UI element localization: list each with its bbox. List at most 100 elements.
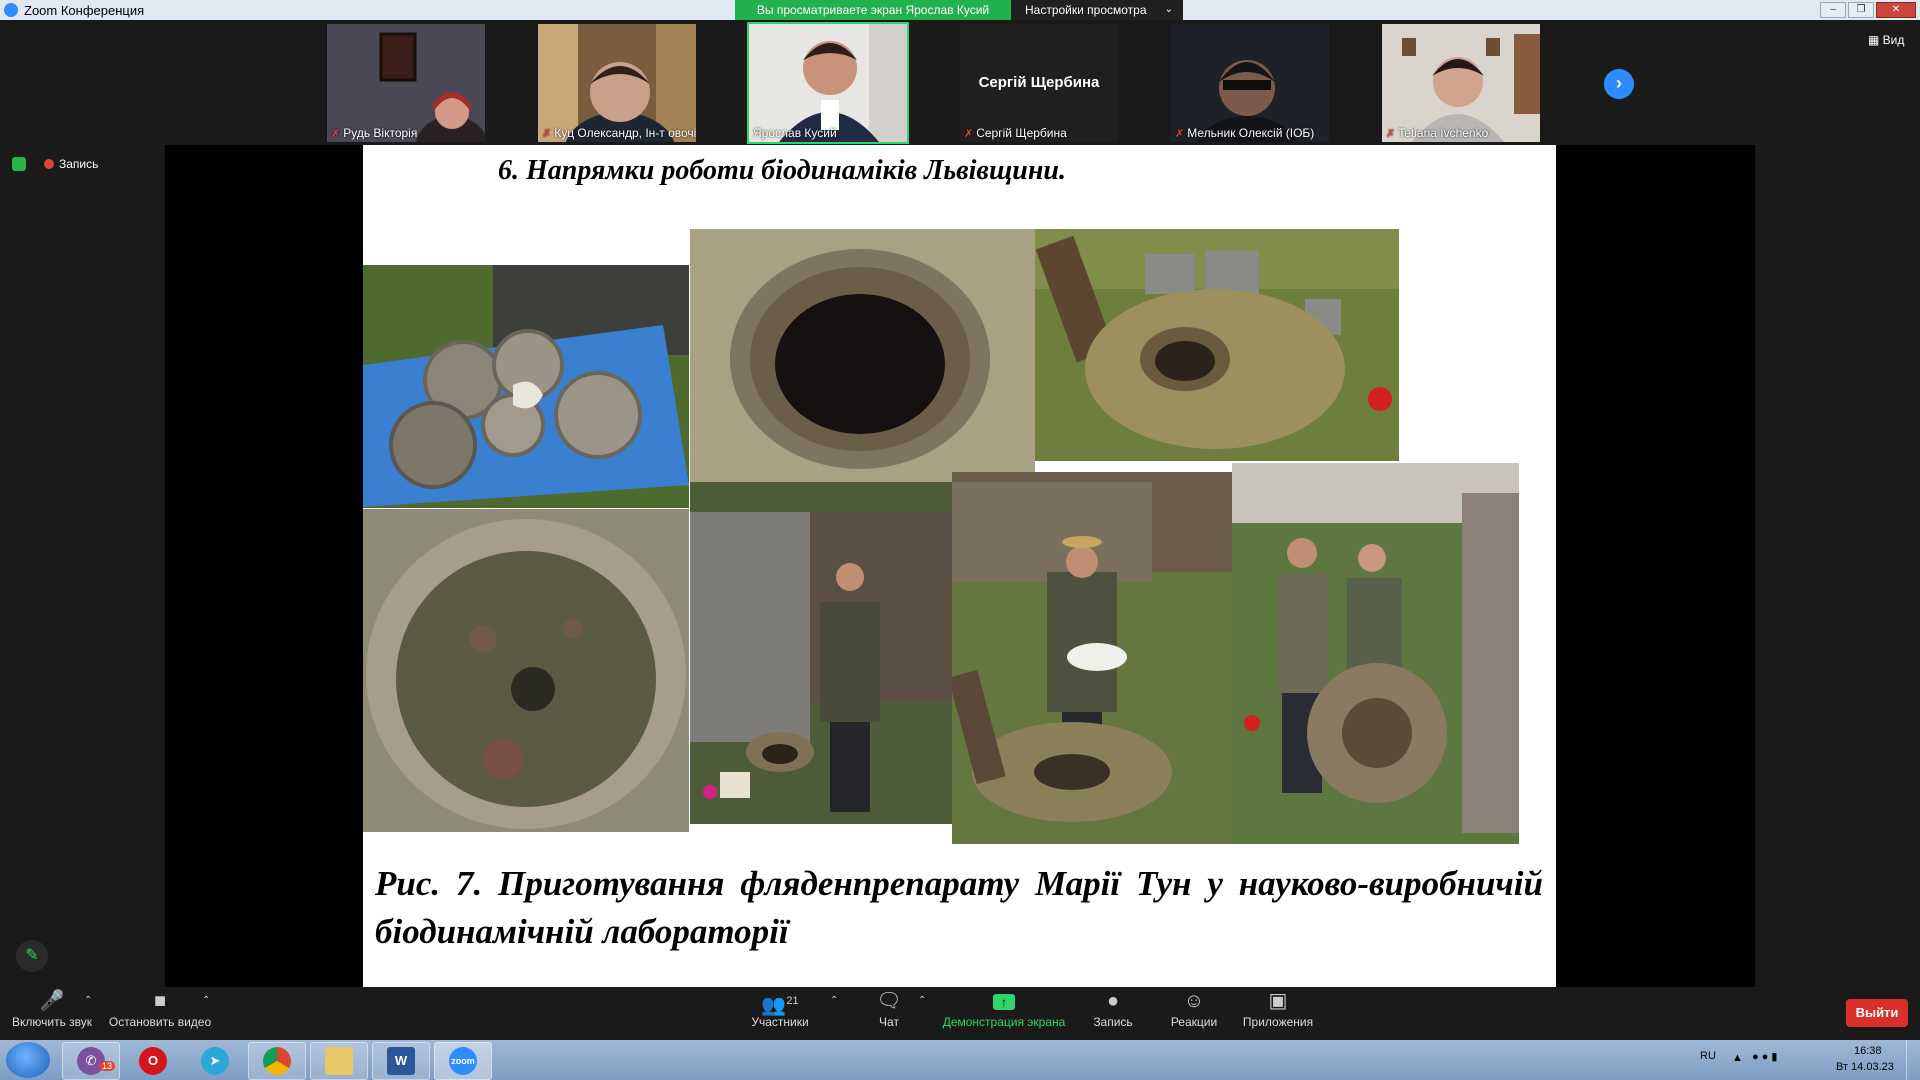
share-screen-button[interactable]: ↑ Демонстрация экрана <box>940 987 1068 1029</box>
next-page-button[interactable]: › <box>1604 69 1634 99</box>
taskbar-opera[interactable]: O <box>124 1042 182 1080</box>
start-button[interactable] <box>6 1042 50 1078</box>
close-button[interactable]: ✕ <box>1876 2 1916 18</box>
participants-icon: 👥21 <box>761 994 799 1017</box>
participants-count: 21 <box>786 995 799 1007</box>
video-options-caret[interactable]: ⌃ <box>202 995 210 1006</box>
security-shield-icon[interactable] <box>12 157 26 171</box>
stop-video-label: Остановить видео <box>108 1015 212 1029</box>
unmute-label: Включить звук <box>11 1015 93 1029</box>
chat-button[interactable]: 🗨 Чат <box>868 987 910 1029</box>
reactions-label: Реакции <box>1170 1015 1218 1029</box>
zoom-icon: zoom <box>449 1047 477 1075</box>
leave-button[interactable]: Выйти <box>1846 999 1908 1027</box>
share-banner: Вы просматриваете экран Ярослав Кусий <box>735 0 1011 20</box>
view-options-label: Настройки просмотра <box>1025 3 1147 17</box>
folder-icon <box>325 1047 353 1075</box>
participants-label: Участники <box>751 1015 809 1029</box>
record-dot-icon <box>44 159 54 169</box>
taskbar-viber[interactable]: ✆ 13 <box>62 1042 120 1080</box>
tray-apps-icon[interactable]: ● ● ▮ <box>1752 1050 1777 1063</box>
grid-icon: ▦ <box>1868 33 1883 47</box>
participant-name: Tetiana Ivchenko <box>1398 126 1489 140</box>
photo-pit-buckets <box>1035 229 1399 461</box>
view-button-label: Вид <box>1882 33 1905 47</box>
participant-display-name: Сергій Щербина <box>978 74 1100 91</box>
mic-muted-icon: ✗ <box>1175 128 1185 140</box>
view-button[interactable]: ▦ Вид <box>1868 33 1904 47</box>
participant-video <box>327 24 485 142</box>
chat-options-caret[interactable]: ⌃ <box>918 995 926 1006</box>
participants-options-caret[interactable]: ⌃ <box>830 995 838 1006</box>
minimize-button[interactable]: – <box>1820 2 1846 18</box>
mic-muted-icon: ✗ <box>1386 128 1396 140</box>
mic-muted-icon: ✗ <box>964 128 974 140</box>
recording-label: Запись <box>59 157 99 171</box>
stop-video-button[interactable]: ■ Остановить видео <box>104 987 216 1029</box>
photo-man-bucket <box>952 472 1232 844</box>
photo-two-men <box>1232 463 1519 844</box>
participant-tile[interactable]: ✗ Tetiana Ivchenko <box>1382 24 1540 142</box>
participant-video <box>1382 24 1540 142</box>
participant-name: Сергій Щербина <box>976 126 1067 140</box>
show-desktop-button[interactable] <box>1906 1040 1920 1080</box>
opera-icon: O <box>139 1047 167 1075</box>
clock-time[interactable]: 16:38 <box>1854 1045 1882 1057</box>
participant-name: Мельник Олексій (ІОБ) <box>1187 126 1315 140</box>
meeting-toolbar: 🎤 Включить звук ⌃ ■ Остановить видео ⌃ 👥… <box>0 987 1920 1040</box>
slide-heading: 6. Напрямки роботи біодинаміків Львівщин… <box>498 155 1066 186</box>
participant-video <box>1171 24 1329 142</box>
restore-button[interactable]: ❐ <box>1848 2 1874 18</box>
taskbar-telegram[interactable]: ➤ <box>186 1042 244 1080</box>
unmute-button[interactable]: 🎤 Включить звук <box>8 987 96 1029</box>
taskbar-word[interactable]: W <box>372 1042 430 1080</box>
participant-name: Рудь Вікторія <box>343 126 418 140</box>
participant-name: Куц Олександр, Ін-т овочівн... <box>554 126 696 140</box>
photo-man-fence <box>690 482 952 824</box>
zoom-logo-icon <box>4 3 18 17</box>
reactions-icon: ☺ <box>1183 990 1205 1012</box>
reactions-button[interactable]: ☺ Реакции <box>1166 987 1222 1029</box>
chat-label: Чат <box>879 1015 899 1029</box>
participant-tile[interactable]: ✗ Рудь Вікторія <box>327 24 485 142</box>
participant-name: Ярослав Кусий <box>753 126 837 140</box>
apps-button[interactable]: ▣ Приложения <box>1240 987 1316 1029</box>
participant-tile-active[interactable]: Ярослав Кусий <box>747 22 909 144</box>
record-button[interactable]: ● Запись <box>1090 987 1136 1029</box>
presentation-slide: 6. Напрямки роботи біодинаміків Львівщин… <box>363 145 1556 987</box>
camera-icon: ■ <box>153 990 167 1012</box>
participant-tile[interactable]: ✗Куц Олександр, Ін-т овочівн... <box>538 24 696 142</box>
mic-muted-icon: ✗ <box>542 128 552 140</box>
slide-caption: Рис. 7. Приготування фляденпрепарату Мар… <box>375 864 1543 951</box>
record-icon: ● <box>1106 990 1120 1012</box>
mic-muted-icon: ✗ <box>331 128 341 140</box>
participant-tile[interactable]: Сергій Щербина ✗ Сергій Щербина <box>960 24 1118 142</box>
shared-screen: 6. Напрямки роботи біодинаміків Львівщин… <box>165 145 1755 987</box>
language-indicator[interactable]: RU <box>1700 1050 1716 1062</box>
participant-video <box>538 24 696 142</box>
photo-wheelbarrow <box>363 265 689 508</box>
photo-pit <box>690 229 1035 482</box>
annotate-pencil-icon[interactable]: ✎ <box>16 940 48 972</box>
taskbar-chrome[interactable] <box>248 1042 306 1080</box>
chrome-icon <box>263 1047 291 1075</box>
window-controls: – ❐ ✕ <box>1820 2 1916 18</box>
chat-icon: 🗨 <box>876 990 902 1012</box>
view-options-button[interactable]: Настройки просмотра ⌄ <box>1011 0 1183 20</box>
taskbar-zoom[interactable]: zoom <box>434 1042 492 1080</box>
window-title: Zoom Конференция <box>24 3 145 18</box>
clock-date[interactable]: Вт 14.03.23 <box>1836 1061 1894 1073</box>
audio-options-caret[interactable]: ⌃ <box>84 995 92 1006</box>
participant-tile[interactable]: ✗ Мельник Олексій (ІОБ) <box>1171 24 1329 142</box>
share-screen-icon: ↑ <box>940 987 1068 1015</box>
participants-button[interactable]: 👥21 Участники <box>748 987 812 1029</box>
tray-expand-icon[interactable]: ▲ <box>1732 1052 1743 1064</box>
apps-icon: ▣ <box>1268 990 1288 1012</box>
viber-badge: 13 <box>99 1061 116 1071</box>
participant-video <box>749 24 907 142</box>
telegram-icon: ➤ <box>201 1047 229 1075</box>
taskbar-explorer[interactable] <box>310 1042 368 1080</box>
chevron-down-icon: ⌄ <box>1164 4 1173 15</box>
recording-indicator[interactable]: Запись <box>44 157 98 171</box>
apps-label: Приложения <box>1242 1015 1314 1029</box>
